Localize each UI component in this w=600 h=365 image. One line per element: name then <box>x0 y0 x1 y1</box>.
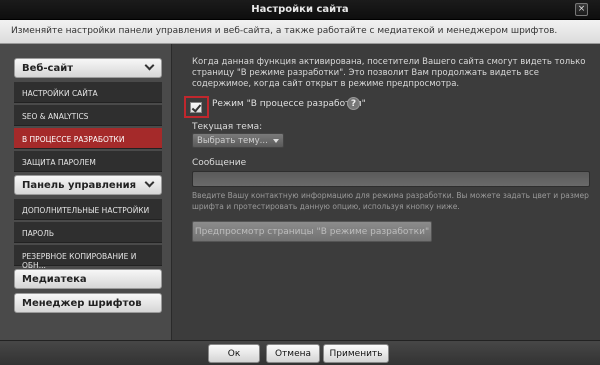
dropdown-arrow-icon <box>273 139 279 143</box>
cancel-button[interactable]: Отмена <box>266 344 320 363</box>
sidebar-group-media-library[interactable]: Медиатека <box>14 269 162 289</box>
apply-button[interactable]: Применить <box>323 344 389 363</box>
theme-label: Текущая тема: <box>192 122 263 132</box>
sidebar-group-website[interactable]: Веб-сайт <box>14 58 162 78</box>
sidebar-item-backup-update[interactable]: РЕЗЕРВНОЕ КОПИРОВАНИЕ И ОБН... <box>14 245 162 270</box>
under-construction-checkbox[interactable] <box>190 102 202 113</box>
main-panel: Когда данная функция активирована, посет… <box>173 44 600 340</box>
theme-select-value: Выбрать тему... <box>197 136 268 146</box>
message-hint: Введите Вашу контактную информацию для р… <box>192 191 589 211</box>
chevron-down-icon <box>144 60 155 71</box>
sidebar-item-site-settings[interactable]: НАСТРОЙКИ САЙТА <box>14 82 162 103</box>
preview-button[interactable]: Предпросмотр страницы "В режиме разработ… <box>192 221 432 242</box>
description-bar: Изменяйте настройки панели управления и … <box>0 20 600 44</box>
sidebar-item-under-construction[interactable]: В ПРОЦЕССЕ РАЗРАБОТКИ <box>14 128 162 149</box>
sidebar-item-password-protection[interactable]: ЗАЩИТА ПАРОЛЕМ <box>14 151 162 172</box>
sidebar-group-label: Веб-сайт <box>22 63 74 74</box>
chevron-down-icon <box>144 177 155 188</box>
sidebar-group-label: Менеджер шрифтов <box>22 298 142 309</box>
close-icon[interactable]: × <box>575 3 588 16</box>
checkbox-highlight <box>184 96 209 118</box>
settings-window: Настройки сайта × Изменяйте настройки па… <box>0 0 600 365</box>
sidebar-group-label: Медиатека <box>22 274 87 285</box>
checkbox-label[interactable]: Режим "В процессе разработки" <box>212 99 366 109</box>
sidebar-item-password[interactable]: ПАРОЛЬ <box>14 222 162 243</box>
sidebar: Веб-сайт НАСТРОЙКИ САЙТА SEO & ANALYTICS… <box>0 44 172 340</box>
footer-bar: Ок Отмена Применить <box>0 340 600 365</box>
description-text: Изменяйте настройки панели управления и … <box>11 26 558 36</box>
message-input[interactable] <box>192 171 590 187</box>
sidebar-group-control-panel[interactable]: Панель управления <box>14 175 162 195</box>
ok-button[interactable]: Ок <box>208 344 260 363</box>
sidebar-item-seo-analytics[interactable]: SEO & ANALYTICS <box>14 105 162 126</box>
help-icon[interactable]: ? <box>347 97 360 110</box>
sidebar-group-font-manager[interactable]: Менеджер шрифтов <box>14 293 162 313</box>
window-title: Настройки сайта <box>251 4 349 15</box>
feature-description: Когда данная функция активирована, посет… <box>192 57 586 89</box>
title-bar: Настройки сайта × <box>0 0 600 20</box>
sidebar-item-advanced-settings[interactable]: ДОПОЛНИТЕЛЬНЫЕ НАСТРОЙКИ <box>14 199 162 220</box>
message-label: Сообщение <box>192 158 247 168</box>
sidebar-group-label: Панель управления <box>22 180 137 191</box>
theme-select[interactable]: Выбрать тему... <box>192 133 284 148</box>
